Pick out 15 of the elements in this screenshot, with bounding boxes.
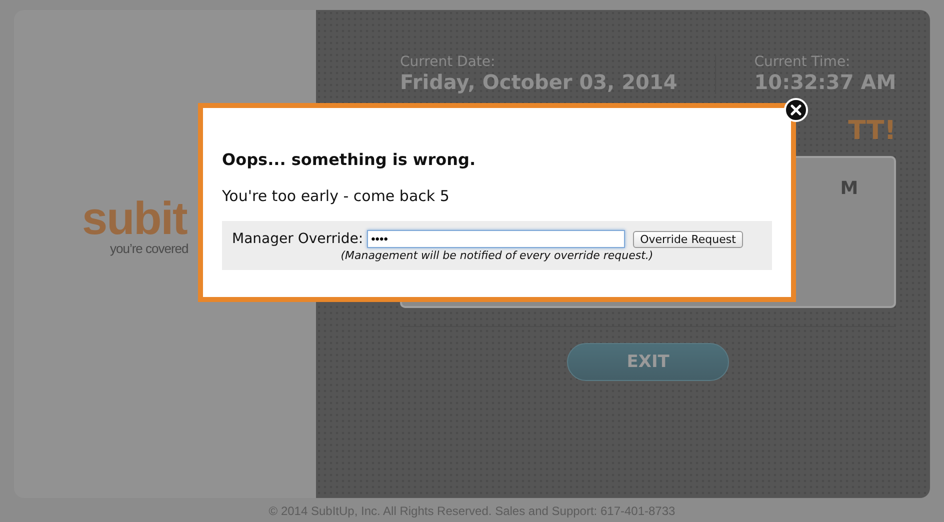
close-icon[interactable] <box>784 98 808 122</box>
override-request-button[interactable]: Override Request <box>633 230 743 248</box>
current-date: Friday, October 03, 2014 <box>400 70 678 94</box>
override-note: (Management will be notified of every override request.) <box>340 249 654 262</box>
current-time: 10:32:37 AM <box>754 70 896 94</box>
override-field[interactable]: •••• <box>367 230 626 248</box>
greeting-text: TT! <box>848 116 896 146</box>
date-label: Current Date: <box>400 54 496 70</box>
logo-wordmark: subit <box>82 195 187 241</box>
logo-tagline: you’re covered <box>110 241 188 256</box>
dialog-message: You're too early - come back 5 <box>222 187 450 205</box>
override-label: Manager Override: <box>232 231 364 247</box>
time-label: Current Time: <box>754 54 852 70</box>
panel-text: M <box>840 178 858 200</box>
dialog-title: Oops... something is wrong. <box>222 150 477 169</box>
